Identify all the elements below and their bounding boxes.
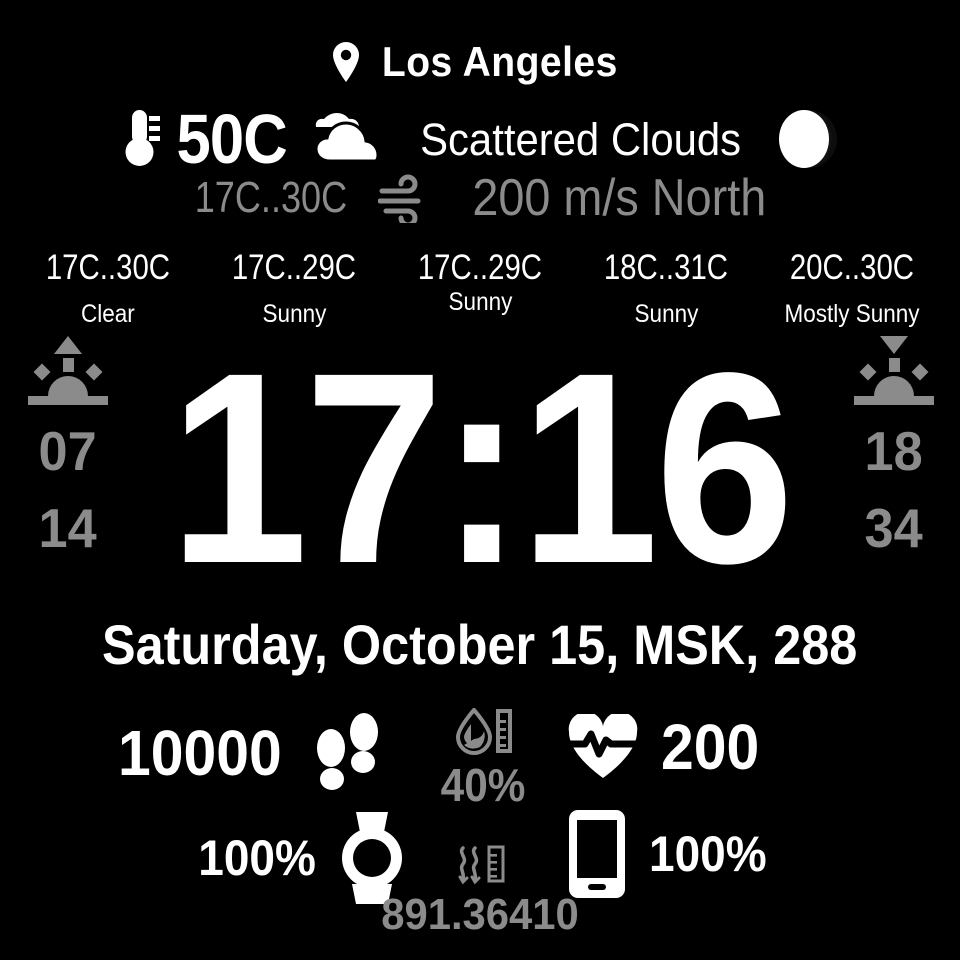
forecast-range: 18C..31C (603, 248, 729, 287)
forecast-range: 17C..29C (417, 248, 543, 287)
heart-rate-value: 200 (661, 711, 760, 783)
forecast-description: Clear (81, 300, 135, 328)
location-name: Los Angeles (382, 38, 618, 85)
pressure-block: 891.36410 (0, 844, 960, 940)
wind-icon (377, 173, 434, 223)
current-temperature: 50C (176, 100, 287, 178)
stats-row-primary: 10000 40% 200 (0, 704, 960, 811)
today-temp-range: 17C..30C (194, 173, 347, 222)
forecast-description: Sunny (448, 288, 512, 316)
heart-pulse-icon (567, 714, 639, 780)
pressure-icon (451, 844, 509, 886)
pressure-value: 891.36410 (381, 890, 579, 939)
forecast-day-3: 17C..29C Sunny (392, 248, 568, 317)
wind-info: 200 m/s North (471, 169, 766, 227)
date-text: Saturday, October 15, MSK, 288 (102, 613, 858, 676)
location-header: Los Angeles (0, 38, 960, 86)
heart-rate-block: 200 (567, 710, 768, 784)
forecast-description: Mostly Sunny (784, 300, 920, 328)
forecast-range: 17C..29C (231, 248, 357, 287)
forecast-range: 20C..30C (789, 248, 915, 287)
thermometer-icon (121, 108, 163, 170)
clock-time-text: 17:16 (169, 316, 794, 620)
weather-condition: Scattered Clouds (420, 113, 742, 165)
footprints-icon (310, 710, 384, 796)
forecast-range: 17C..30C (45, 248, 171, 287)
moon-phase-icon (777, 108, 839, 170)
clock-time: 17:16 (0, 332, 960, 604)
scattered-clouds-icon (300, 109, 386, 169)
steps-block: 10000 (118, 710, 384, 796)
date-line: Saturday, October 15, MSK, 288 (0, 612, 960, 677)
map-pin-icon (333, 42, 360, 82)
humidity-icon (452, 708, 514, 756)
current-weather-primary: 50C Scattered Clouds (0, 104, 960, 174)
watch-face: Los Angeles 50C Scattered Clouds 17C..30… (0, 0, 960, 960)
current-weather-secondary: 17C..30C 200 m/s North (0, 168, 960, 228)
steps-value: 10000 (118, 717, 282, 789)
